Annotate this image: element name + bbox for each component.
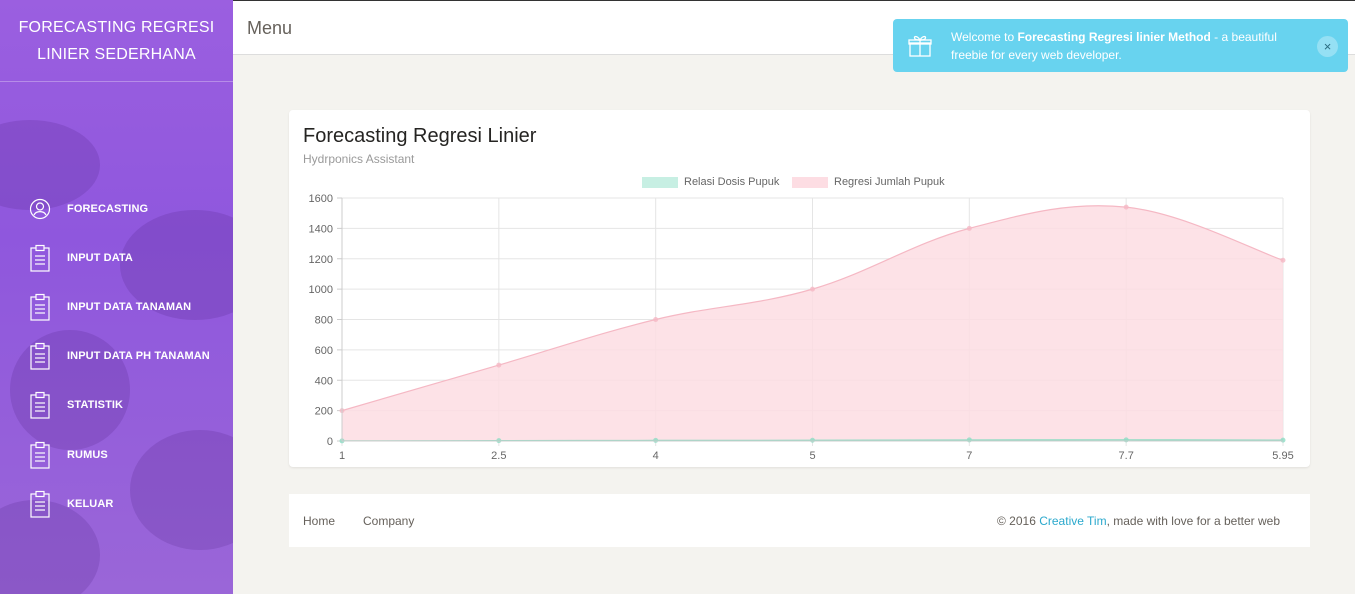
creative-tim-link[interactable]: Creative Tim	[1039, 514, 1106, 528]
sidebar-item-input-data[interactable]: INPUT DATA	[0, 238, 233, 278]
clipboard-icon	[28, 440, 52, 470]
copy-suffix: , made with love for a better web	[1106, 514, 1280, 528]
y-tick-label: 600	[315, 345, 333, 357]
brand-line2: LINIER SEDERHANA	[37, 46, 196, 63]
user-circle-icon	[28, 194, 52, 224]
notification-message: Welcome to Forecasting Regresi linier Me…	[951, 28, 1311, 64]
page-title: Menu	[247, 18, 293, 38]
sidebar-item-input-data-ph-tanaman[interactable]: INPUT DATA PH TANAMAN	[0, 336, 233, 376]
footer-copyright: © 2016 Creative Tim, made with love for …	[997, 514, 1280, 528]
sidebar-item-label: FORECASTING	[67, 203, 149, 215]
series-point-1	[653, 317, 659, 322]
copy-prefix: © 2016	[997, 514, 1040, 528]
sidebar-item-rumus[interactable]: RUMUS	[0, 435, 233, 475]
x-tick-label: 7	[966, 450, 972, 462]
footer-link-home[interactable]: Home	[303, 514, 335, 528]
sidebar-item-input-data-tanaman[interactable]: INPUT DATA TANAMAN	[0, 287, 233, 327]
y-tick-label: 200	[315, 406, 333, 418]
y-tick-label: 400	[315, 375, 333, 387]
sidebar-item-statistik[interactable]: STATISTIK	[0, 385, 233, 425]
clipboard-icon	[28, 341, 52, 371]
x-tick-label: 2.5	[491, 450, 506, 462]
x-tick-label: 4	[653, 450, 659, 462]
sidebar-item-label: INPUT DATA	[67, 252, 133, 264]
sidebar-item-label: KELUAR	[67, 498, 114, 510]
sidebar-item-label: STATISTIK	[67, 399, 124, 411]
y-tick-label: 1200	[309, 254, 333, 266]
y-tick-label: 1000	[309, 284, 333, 296]
close-icon[interactable]: ×	[1317, 36, 1338, 57]
x-tick-label: 7.7	[1119, 450, 1134, 462]
y-tick-label: 800	[315, 315, 333, 327]
footer-link-company[interactable]: Company	[363, 514, 414, 528]
sidebar-item-label: INPUT DATA PH TANAMAN	[67, 350, 210, 362]
footer: Home Company © 2016 Creative Tim, made w…	[289, 494, 1310, 547]
gift-icon	[908, 34, 932, 61]
brand-title[interactable]: FORECASTING REGRESI LINIER SEDERHANA	[0, 0, 233, 82]
series-point-0	[1123, 437, 1129, 443]
sidebar: FORECASTING REGRESI LINIER SEDERHANA FOR…	[0, 0, 233, 594]
clipboard-icon	[28, 292, 52, 322]
y-tick-label: 1600	[309, 193, 333, 205]
brand-line1: FORECASTING REGRESI	[18, 19, 215, 36]
series-point-0	[1280, 437, 1286, 443]
x-tick-label: 5	[809, 450, 815, 462]
sidebar-item-label: INPUT DATA TANAMAN	[67, 301, 192, 313]
series-point-1	[1280, 257, 1286, 263]
notification-prefix: Welcome to	[951, 30, 1018, 44]
area-chart: 0 200 400 600 800 1000 1200 1400 1600 1 2.5 4 5 7 7.7 5…	[309, 193, 1294, 462]
welcome-notification: Welcome to Forecasting Regresi linier Me…	[893, 19, 1348, 72]
series-point-0	[810, 437, 815, 443]
sidebar-item-label: RUMUS	[67, 449, 108, 461]
series-point-0	[966, 437, 972, 443]
series-point-0	[653, 437, 659, 443]
y-tick-label: 0	[327, 436, 333, 448]
x-tick-label: 1	[339, 450, 345, 462]
x-tick-label: 5.95	[1272, 450, 1293, 462]
series-point-1	[496, 362, 502, 368]
clipboard-icon	[28, 243, 52, 273]
series-point-1	[810, 286, 815, 292]
sidebar-item-forecasting[interactable]: FORECASTING	[0, 189, 233, 229]
clipboard-icon	[28, 489, 52, 519]
clipboard-icon	[28, 390, 52, 420]
y-tick-label: 1400	[309, 223, 333, 235]
series-point-1	[1123, 204, 1129, 210]
notification-bold: Forecasting Regresi linier Method	[1017, 30, 1211, 44]
sidebar-item-keluar[interactable]: KELUAR	[0, 484, 233, 524]
series-point-1	[966, 225, 972, 231]
chart-card: Forecasting Regresi Linier Hydrponics As…	[289, 110, 1310, 467]
